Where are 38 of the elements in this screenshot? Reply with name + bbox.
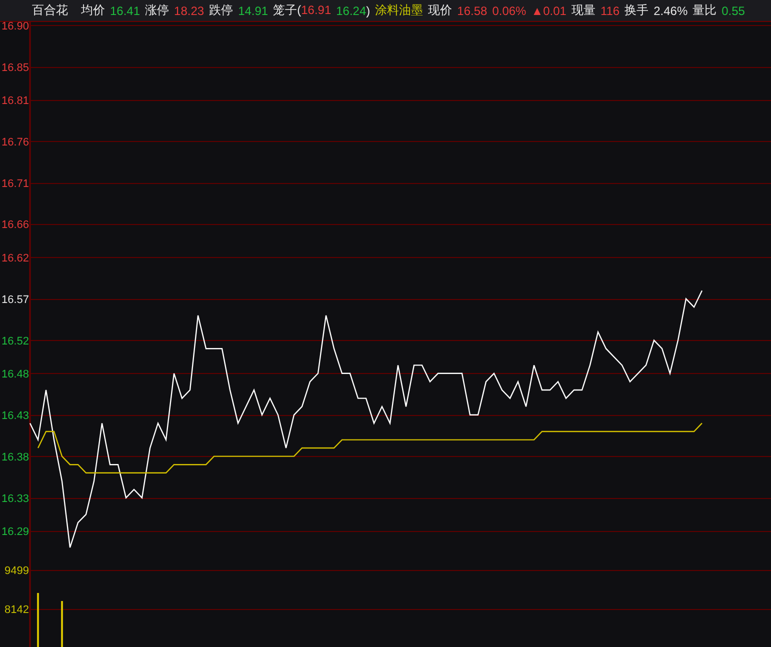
axis-label: 16.52	[1, 335, 29, 348]
quote-text: 14.91	[238, 4, 268, 18]
quote-text: ▲0.01	[531, 4, 566, 18]
quote-text: 现量	[571, 3, 596, 17]
quote-text: 涂料油墨	[375, 3, 424, 17]
quote-text: 0.06%	[492, 4, 526, 18]
axis-label: 16.81	[1, 94, 29, 107]
quote-text: )	[366, 4, 370, 18]
axis-label: 16.71	[1, 178, 29, 190]
axis-label: 16.29	[1, 526, 29, 538]
quote-text: 18.23	[174, 4, 204, 18]
quote-text: 2.46%	[654, 4, 688, 18]
axis-label: 8142	[4, 604, 29, 616]
axis-label: 16.66	[1, 219, 29, 232]
stock-name: 百合花	[32, 3, 68, 17]
axis-label: 16.57	[1, 294, 29, 306]
axis-label: 16.76	[1, 136, 29, 148]
axis-label: 16.43	[1, 410, 29, 422]
axis-label: 16.33	[1, 492, 29, 505]
axis-label: 16.48	[1, 368, 29, 380]
quote-text: 16.58	[457, 4, 488, 18]
quote-text: 16.41	[110, 4, 140, 18]
axis-label: 16.38	[1, 451, 29, 464]
quote-text: 16.24	[336, 4, 366, 18]
quote-text: 涨停	[145, 3, 170, 17]
quote-text: 量比	[692, 3, 717, 17]
axis-label: 16.62	[1, 252, 29, 264]
axis-label: 16.85	[1, 62, 29, 74]
quote-text: 现价	[428, 3, 452, 17]
quote-text: 换手	[624, 3, 649, 17]
axis-label: 16.90	[1, 22, 29, 32]
quote-text: 跌停	[209, 3, 234, 17]
axis-label: 9499	[4, 565, 29, 577]
quote-text: 均价	[81, 3, 105, 17]
quote-text: 0.55	[722, 4, 745, 18]
quote-text: 笼子(	[273, 3, 302, 17]
quote-text: 116	[600, 4, 620, 18]
quote-text: 16.91	[301, 3, 332, 17]
